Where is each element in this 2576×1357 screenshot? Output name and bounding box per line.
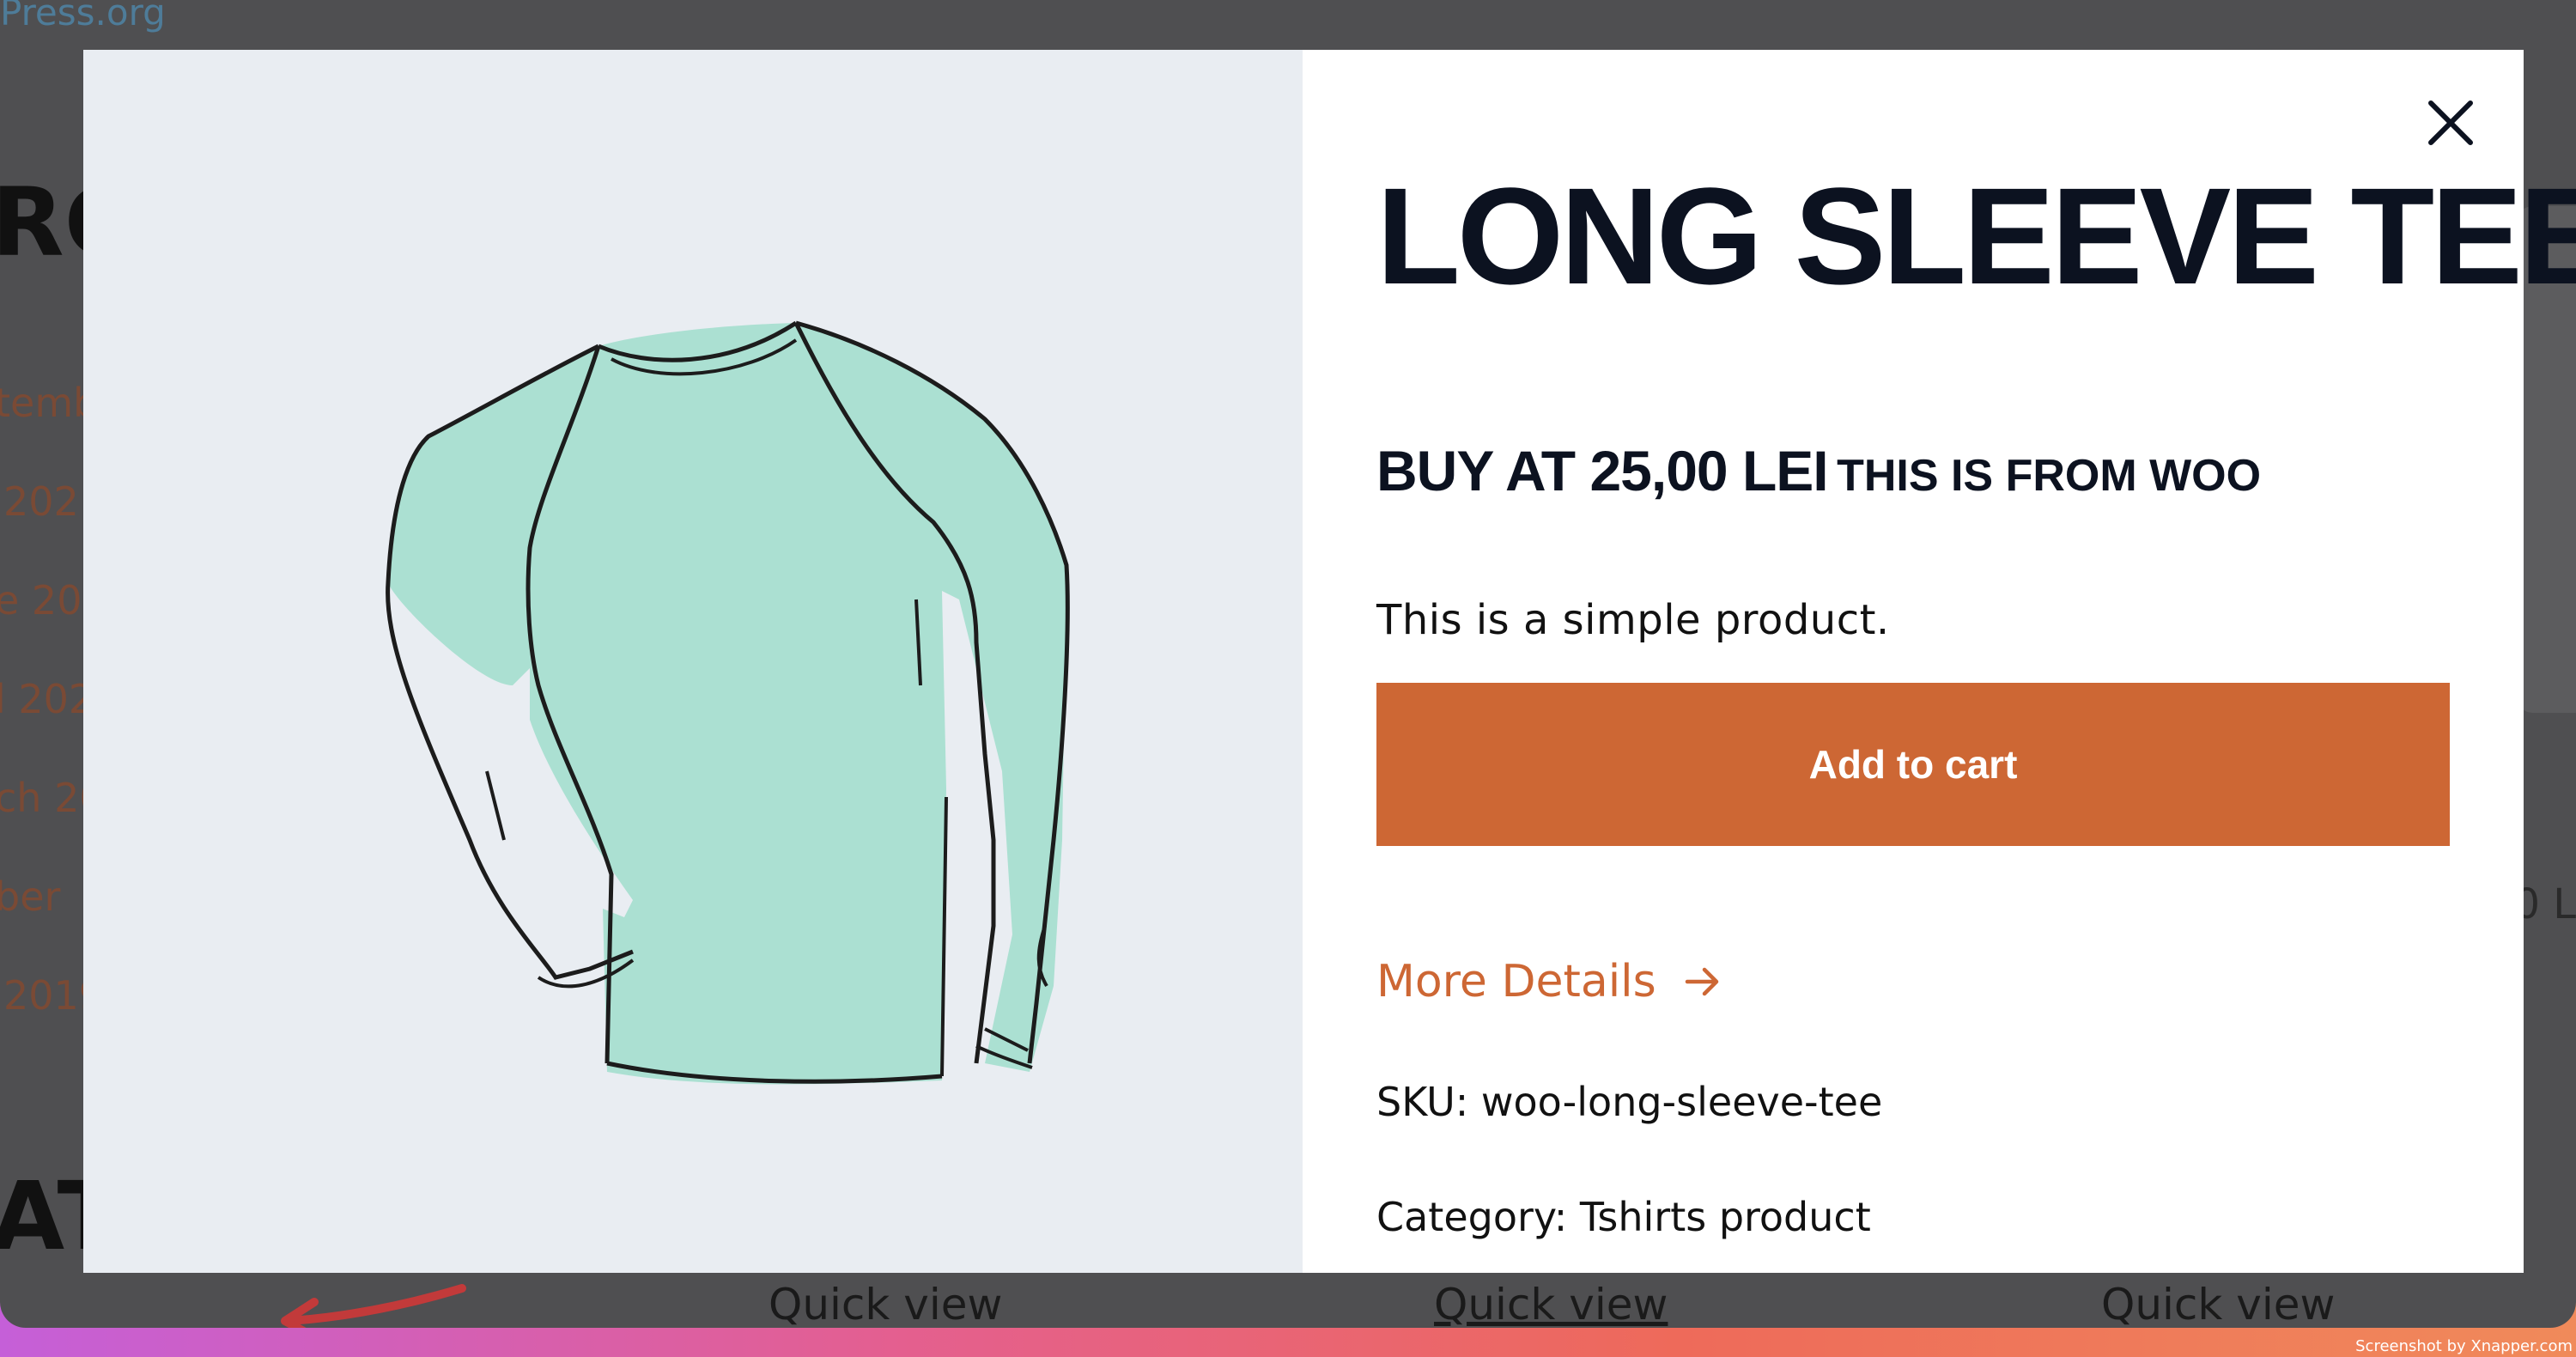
browser-window: Press.org RC temb 202 e 202 l 202 ch 20 …	[0, 0, 2576, 1328]
price-suffix: THIS IS FROM WOO	[1837, 451, 2262, 501]
close-icon[interactable]	[2426, 98, 2476, 148]
arrow-right-icon	[1685, 967, 1718, 996]
price-text: BUY AT 25,00 LEI	[1376, 439, 1829, 502]
more-details-link[interactable]: More Details	[1376, 956, 1723, 1007]
background-archive-link[interactable]: l 202	[0, 676, 94, 722]
quick-view-link[interactable]: Quick view	[769, 1280, 1002, 1328]
background-site-link[interactable]: Press.org	[0, 0, 166, 33]
background-archive-link[interactable]: ber	[0, 873, 60, 920]
quick-view-link[interactable]: Quick view	[2101, 1280, 2335, 1328]
product-category: Category: Tshirts product	[1376, 1194, 1871, 1240]
more-details-label: More Details	[1376, 956, 1656, 1007]
product-title: LONG SLEEVE TEE	[1376, 159, 2576, 313]
product-price: BUY AT 25,00 LEI THIS IS FROM WOO	[1376, 438, 2261, 503]
quick-view-link[interactable]: Quick view	[1434, 1280, 1668, 1328]
long-sleeve-shirt-illustration-icon	[386, 320, 1070, 1085]
red-arrow-annotation-icon	[281, 1284, 466, 1328]
product-description: This is a simple product.	[1376, 596, 1890, 644]
product-sku: SKU: woo-long-sleeve-tee	[1376, 1079, 1883, 1125]
quick-view-modal: LONG SLEEVE TEE BUY AT 25,00 LEI THIS IS…	[83, 50, 2576, 1273]
add-to-cart-button[interactable]: Add to cart	[1376, 683, 2450, 846]
background-archive-link[interactable]: 202	[3, 478, 79, 525]
product-image-panel	[83, 50, 1303, 1273]
product-details-panel: LONG SLEEVE TEE BUY AT 25,00 LEI THIS IS…	[1303, 50, 2576, 1273]
screenshot-watermark: Screenshot by Xnapper.com	[2355, 1337, 2573, 1355]
